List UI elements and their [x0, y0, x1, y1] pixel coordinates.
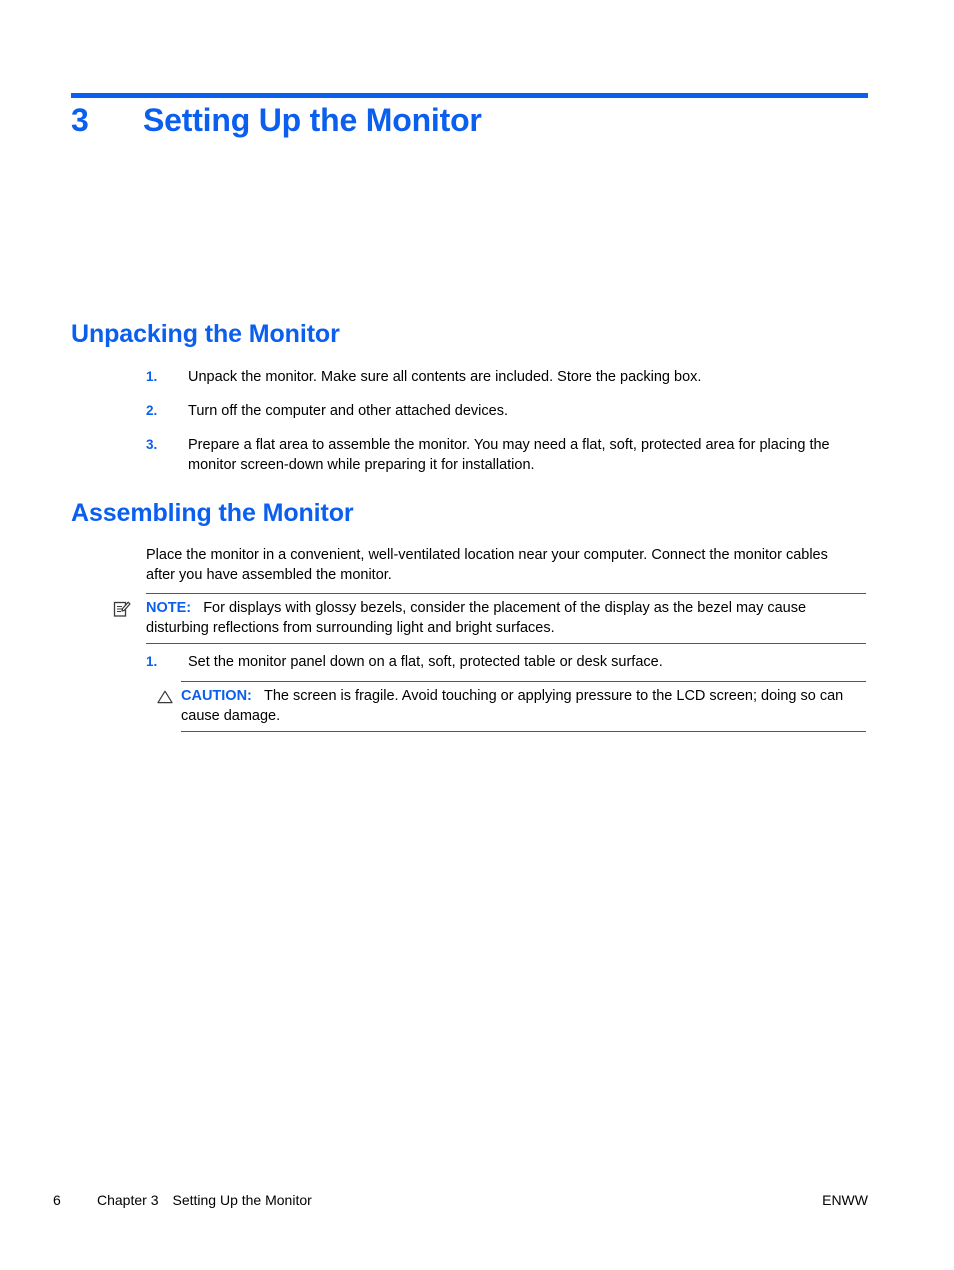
footer-locale-code: ENWW [822, 1192, 868, 1208]
list-item: 3. Prepare a flat area to assemble the m… [146, 435, 868, 475]
list-item-text: Set the monitor panel down on a flat, so… [188, 654, 663, 670]
list-item: 1. Unpack the monitor. Make sure all con… [146, 367, 868, 387]
assembling-intro-paragraph: Place the monitor in a convenient, well-… [146, 547, 828, 583]
warning-triangle-icon [156, 688, 174, 706]
note-label: NOTE: [146, 600, 192, 616]
list-marker: 2. [146, 403, 158, 418]
list-marker: 1. [146, 654, 158, 669]
chapter-heading-rule [71, 93, 868, 98]
caution-label: CAUTION: [181, 688, 252, 704]
chapter-title-text: Setting Up the Monitor [143, 102, 482, 138]
caution-text: The screen is fragile. Avoid touching or… [181, 688, 844, 724]
list-item-text: Prepare a flat area to assemble the moni… [188, 437, 830, 473]
list-marker: 3. [146, 437, 158, 452]
caution-callout: CAUTION: The screen is fragile. Avoid tou… [157, 681, 866, 732]
chapter-number: 3 [71, 102, 89, 138]
list-marker: 1. [146, 369, 158, 384]
note-text: For displays with glossy bezels, conside… [146, 600, 807, 636]
list-item-text: Unpack the monitor. Make sure all conten… [188, 369, 702, 385]
note-callout: NOTE: For displays with glossy bezels, co… [113, 593, 866, 644]
list-item: 1. Set the monitor panel down on a flat,… [146, 652, 868, 672]
section-heading-unpacking: Unpacking the Monitor [71, 320, 340, 348]
caution-callout-body: CAUTION: The screen is fragile. Avoid tou… [181, 688, 843, 724]
page-footer: 6 Chapter 3 Setting Up the Monitor ENWW [0, 1192, 954, 1214]
list-item-text: Turn off the computer and other attached… [188, 403, 508, 419]
footer-chapter-label: Chapter 3 [97, 1192, 159, 1208]
list-item: 2. Turn off the computer and other attac… [146, 401, 868, 421]
footer-left-group: 6 Chapter 3 Setting Up the Monitor [53, 1192, 312, 1208]
chapter-heading: 3 Setting Up the Monitor [71, 102, 871, 139]
footer-page-number: 6 [53, 1192, 61, 1208]
section-heading-assembling: Assembling the Monitor [71, 499, 354, 527]
note-pencil-icon [113, 600, 131, 618]
document-page: 3 Setting Up the Monitor Unpacking the Mo… [0, 0, 954, 1270]
note-callout-body: NOTE: For displays with glossy bezels, co… [146, 600, 806, 636]
footer-chapter-title: Setting Up the Monitor [172, 1192, 312, 1208]
